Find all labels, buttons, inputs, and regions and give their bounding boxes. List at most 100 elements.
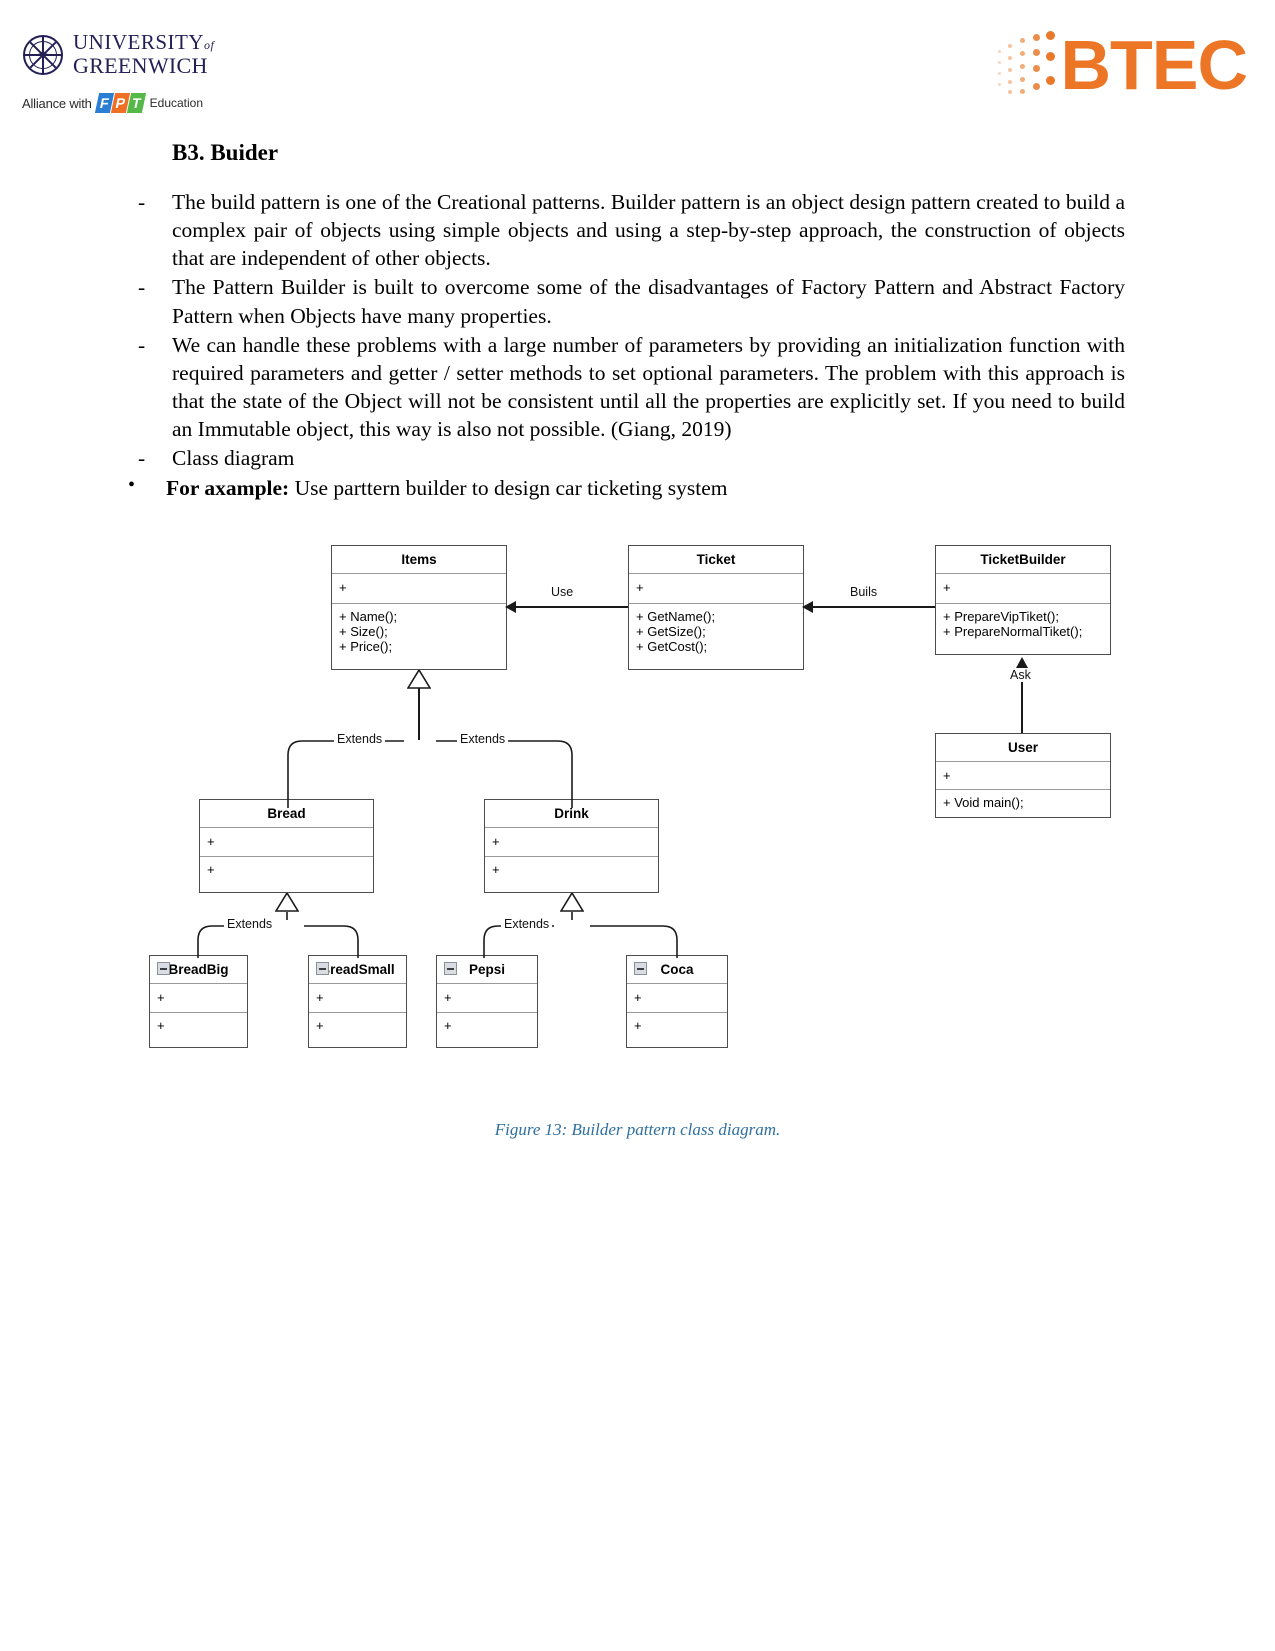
page-title: B3. Buider (172, 140, 279, 165)
generalization-label-bread: Extends (224, 917, 276, 931)
uml-class-name-text: Coca (660, 962, 694, 977)
generalization-label-drink: Extends (501, 917, 553, 931)
connector-use-label: Use (548, 585, 577, 599)
uml-class-coca: Coca + + (626, 955, 728, 1048)
pixel-dots-icon (996, 28, 1062, 102)
generalization-branch-bread (180, 912, 380, 958)
uml-operation-row: + PrepareVipTiket(); (943, 609, 1059, 624)
list-item-example: • For axample: Use parttern builder to d… (0, 474, 1275, 502)
uml-operation-row: + (316, 1018, 324, 1033)
uml-operations: + (309, 1013, 406, 1039)
uml-attribute-row: + (207, 834, 215, 849)
generalization-triangle-bread (275, 893, 299, 912)
list-item: - The Pattern Builder is built to overco… (0, 273, 1275, 329)
uml-attribute-row: + (636, 580, 644, 595)
uml-operation-row: + Void main(); (943, 795, 1024, 811)
university-line-1: UNIVERSITY (73, 30, 204, 54)
generalization-label-right: Extends (457, 732, 509, 746)
compass-rose-icon (22, 34, 64, 76)
page-header: UNIVERSITYof GREENWICH Alliance with F P… (0, 0, 1275, 130)
list-marker: - (138, 275, 146, 300)
bullet-marker: • (128, 473, 136, 496)
uml-operation-row: + (634, 1018, 642, 1033)
alliance-suffix-label: Education (149, 96, 204, 110)
uml-class-title: Ticket (629, 546, 803, 574)
list-item: - We can handle these problems with a la… (0, 331, 1275, 444)
generalization-triangle-drink (560, 893, 584, 912)
uml-attributes: + (309, 984, 406, 1013)
uml-class-breadbig: BreadBig + + (149, 955, 248, 1048)
university-line-2: GREENWICH (73, 53, 208, 78)
connector-use-arrowhead (505, 601, 516, 613)
collapse-icon (444, 962, 457, 975)
fpt-alliance-logo: Alliance with F P T Education (22, 92, 203, 114)
uml-attribute-row: + (316, 990, 324, 1005)
uml-operations: + (200, 857, 373, 883)
uml-operation-row: + Name(); (339, 609, 398, 624)
body-list: - The build pattern is one of the Creati… (0, 188, 1275, 502)
uml-attributes: + (332, 574, 506, 604)
connector-ask-arrowhead (1016, 657, 1028, 668)
uml-class-title: BreadBig (150, 956, 247, 984)
uml-attributes: + (485, 828, 658, 857)
list-item: - Class diagram (0, 444, 1275, 472)
example-text: Use parttern builder to design car ticke… (289, 475, 728, 500)
uml-class-name-text: Pepsi (468, 962, 506, 977)
collapse-icon (634, 962, 647, 975)
uml-operation-row: + GetName(); (636, 609, 716, 624)
list-marker: - (138, 332, 146, 357)
uml-operation-row: + (492, 862, 500, 877)
uml-operations: + (485, 857, 658, 883)
uml-class-title: TicketBuilder (936, 546, 1110, 574)
btec-logo: BTEC (996, 22, 1248, 108)
uml-attributes: + (936, 574, 1110, 604)
uml-class-name-text: BreadSmall (320, 962, 395, 977)
uml-attribute-row: + (444, 990, 452, 1005)
uml-operation-row: + PrepareNormalTiket(); (943, 624, 1083, 640)
generalization-branch-items (270, 733, 590, 808)
uml-class-user: User + + Void main(); (935, 733, 1111, 818)
uml-operation-row: + Price(); (339, 639, 393, 655)
list-marker: - (138, 190, 146, 214)
list-item-text: We can handle these problems with a larg… (172, 332, 1125, 442)
list-item-text: Class diagram (172, 446, 295, 471)
uml-operation-row: + (207, 862, 215, 877)
btec-wordmark: BTEC (1060, 26, 1248, 104)
uml-operation-row: + Size(); (339, 624, 388, 640)
list-item: - The build pattern is one of the Creati… (0, 188, 1275, 272)
connector-ask-label: Ask (1007, 668, 1034, 682)
university-of-word: of (204, 38, 215, 52)
uml-attribute-row: + (943, 768, 951, 783)
uml-class-ticketbuilder: TicketBuilder + + PrepareVipTiket(); + P… (935, 545, 1111, 655)
list-item-text: The build pattern is one of the Creation… (172, 190, 1125, 271)
connector-use-line (514, 606, 628, 608)
uml-class-pepsi: Pepsi + + (436, 955, 538, 1048)
uml-class-diagram: Items + + Name(); + Size(); + Price(); T… (0, 535, 1275, 1075)
uml-attribute-row: + (943, 580, 951, 595)
uml-class-name-text: BreadBig (168, 962, 229, 977)
uml-attributes: + (200, 828, 373, 857)
uml-class-title: Items (332, 546, 506, 574)
uml-operation-row: + GetSize(); (636, 624, 706, 640)
uml-class-title: User (936, 734, 1110, 762)
generalization-label-left: Extends (334, 732, 386, 746)
fpt-letter-t: T (126, 93, 146, 113)
generalization-triangle-items (407, 670, 431, 689)
uml-operations: + Name(); + Size(); + Price(); (332, 604, 506, 661)
collapse-icon (157, 962, 170, 975)
list-item-text: The Pattern Builder is built to overcome… (172, 275, 1125, 328)
uml-class-drink: Drink + + (484, 799, 659, 893)
collapse-icon (316, 962, 329, 975)
example-label: For axample: (166, 475, 290, 500)
uml-attribute-row: + (157, 990, 165, 1005)
university-of-greenwich-logo: UNIVERSITYof GREENWICH (22, 32, 214, 77)
uml-attribute-row: + (339, 580, 347, 595)
uml-operation-row: + (157, 1018, 165, 1033)
university-wordmark: UNIVERSITYof GREENWICH (73, 32, 214, 77)
uml-attributes: + (437, 984, 537, 1013)
uml-class-title: Coca (627, 956, 727, 984)
uml-operations: + (150, 1013, 247, 1039)
uml-class-bread: Bread + + (199, 799, 374, 893)
document-content: B3. Buider - The build pattern is one of… (0, 130, 1275, 503)
uml-class-items: Items + + Name(); + Size(); + Price(); (331, 545, 507, 670)
